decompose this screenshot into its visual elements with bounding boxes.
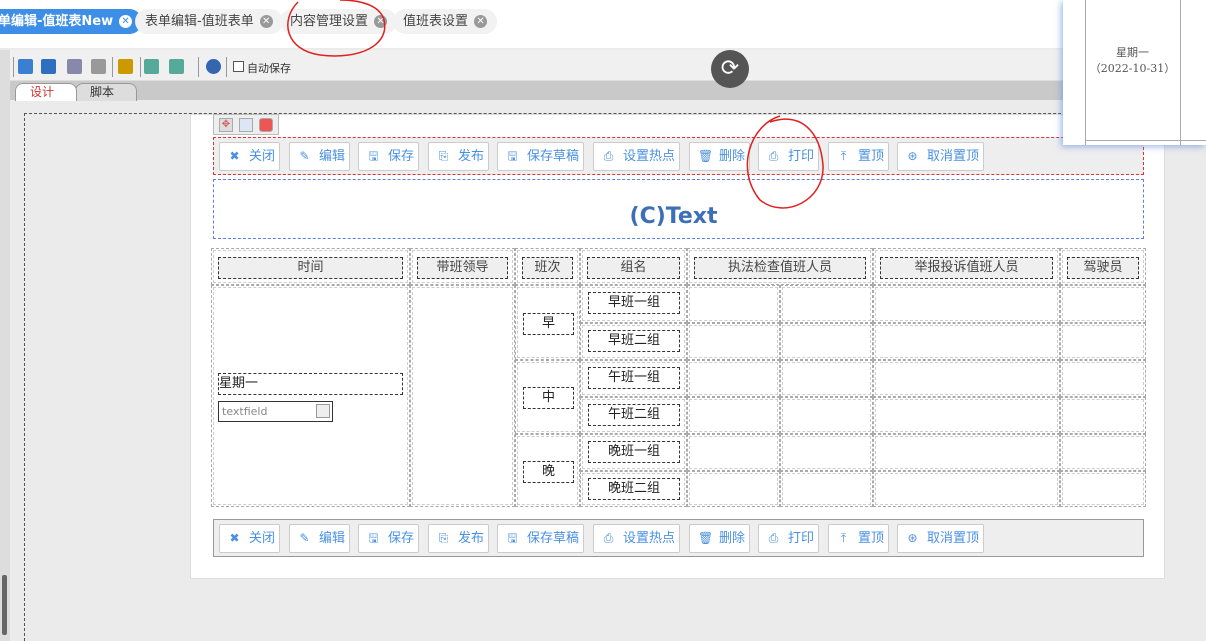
annotation-layer	[287, 0, 824, 209]
designer-tab-0[interactable]: 设计	[15, 83, 77, 101]
annotation-circle-print	[746, 115, 824, 209]
annotation-circle-tab	[287, 0, 386, 57]
